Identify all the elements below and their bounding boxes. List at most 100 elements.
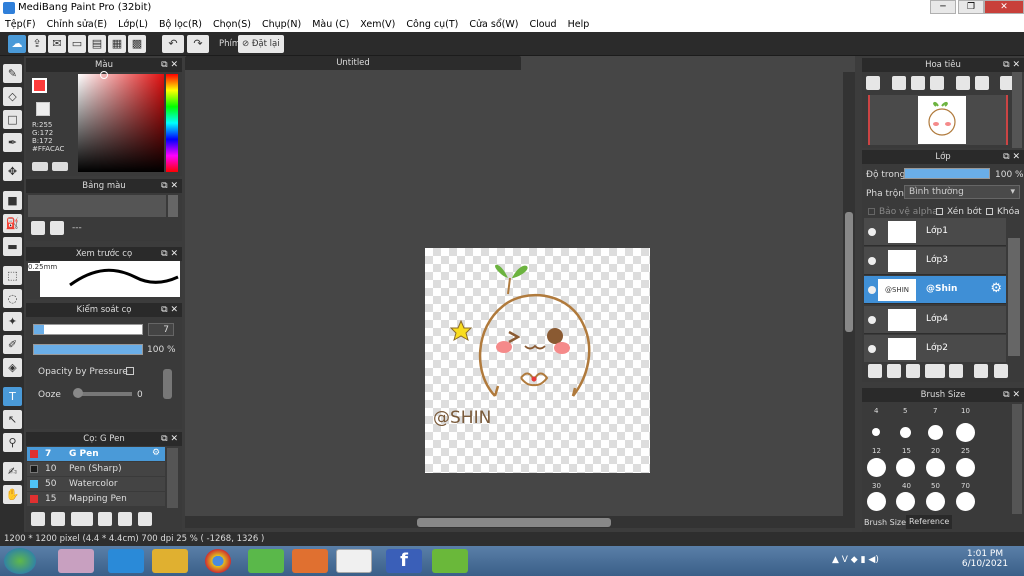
lock-checkbox[interactable] <box>986 208 993 215</box>
eyedropper-icon[interactable]: ⚲ <box>3 433 22 452</box>
menu-snap[interactable]: Chụp(N) <box>262 19 301 30</box>
eye-icon[interactable] <box>868 228 876 236</box>
brush-size-option[interactable] <box>896 492 915 511</box>
duplicate-icon[interactable] <box>138 512 152 526</box>
comment-icon[interactable]: ✉ <box>48 35 66 53</box>
reset-view-icon[interactable] <box>975 76 989 90</box>
ie-icon[interactable] <box>108 549 144 573</box>
dot-tool-icon[interactable]: □ <box>3 110 22 129</box>
media-player-icon[interactable] <box>292 549 328 573</box>
rotate-left-icon[interactable] <box>956 76 970 90</box>
menu-tools[interactable]: Công cụ(T) <box>406 19 458 30</box>
delete-layer-icon[interactable] <box>994 364 1008 378</box>
folder-icon[interactable] <box>118 512 132 526</box>
new-brush-icon[interactable] <box>51 512 65 526</box>
medibang-taskbar-icon[interactable] <box>336 549 372 573</box>
menu-edit[interactable]: Chỉnh sửa(E) <box>47 19 108 30</box>
chrome-icon[interactable] <box>205 549 231 573</box>
eye-icon[interactable] <box>868 316 876 324</box>
panel-close-icon[interactable]: ⧉ ✕ <box>161 58 178 72</box>
close-button[interactable]: ✕ <box>984 0 1024 14</box>
pen-tool-icon[interactable]: ✒ <box>3 133 22 152</box>
gradient-tool-icon[interactable]: ▬ <box>3 237 22 256</box>
color-mode-button[interactable] <box>32 162 48 171</box>
dropper-tool-icon[interactable]: ✍ <box>3 462 22 481</box>
delete-palette-icon[interactable] <box>50 221 64 235</box>
start-button[interactable] <box>4 548 36 574</box>
brush-item[interactable]: 15 Mapping Pen <box>27 492 165 506</box>
hue-slider[interactable] <box>166 74 178 172</box>
add-brush-icon[interactable] <box>31 512 45 526</box>
navigator-scrollbar[interactable] <box>1012 72 1022 148</box>
upload-icon[interactable]: ⇪ <box>28 35 46 53</box>
brush-size-option[interactable] <box>956 423 975 442</box>
tab-brush-size[interactable]: Brush Size <box>864 518 906 527</box>
folder-icon[interactable] <box>152 549 188 573</box>
clock[interactable]: 1:01 PM 6/10/2021 <box>960 549 1010 569</box>
panel-close-icon[interactable]: ⧉ ✕ <box>1003 58 1020 72</box>
clip-checkbox[interactable] <box>936 208 943 215</box>
brush-list-scrollbar[interactable] <box>167 448 178 508</box>
operation-tool-icon[interactable]: ↖ <box>3 410 22 429</box>
select-pen-icon[interactable]: ✐ <box>3 335 22 354</box>
cloud-icon[interactable]: ☁ <box>8 35 26 53</box>
secondary-color-swatch[interactable] <box>36 102 50 116</box>
palette-scrollbar[interactable] <box>168 195 178 217</box>
eraser-tool-icon[interactable]: ◇ <box>3 87 22 106</box>
fit-icon[interactable] <box>911 76 925 90</box>
menu-color[interactable]: Màu (C) <box>312 19 349 30</box>
menu-file[interactable]: Tệp(F) <box>5 19 36 30</box>
gear-icon[interactable]: ⚙ <box>990 281 1002 296</box>
paint-app-icon[interactable] <box>58 549 94 573</box>
menu-view[interactable]: Xem(V) <box>360 19 395 30</box>
new-halftone-layer-icon[interactable] <box>887 364 901 378</box>
gear-icon[interactable]: ⚙ <box>152 448 160 458</box>
brush-item[interactable]: 7 G Pen ⚙ <box>27 447 165 461</box>
select-tool-icon[interactable]: ⬚ <box>3 266 22 285</box>
add-palette-icon[interactable] <box>31 221 45 235</box>
facebook-icon[interactable]: f <box>386 549 422 573</box>
text-tool-icon[interactable]: T <box>3 387 22 406</box>
magic-wand-icon[interactable]: ✦ <box>3 312 22 331</box>
save-icon[interactable]: ▤ <box>88 35 106 53</box>
tiles-icon[interactable]: ▩ <box>128 35 146 53</box>
panel-close-icon[interactable]: ⧉ ✕ <box>161 303 178 317</box>
menu-window[interactable]: Cửa sổ(W) <box>469 19 518 30</box>
layer-item-selected[interactable]: @SHIN @Shin ⚙ <box>864 276 1006 304</box>
lasso-tool-icon[interactable]: ◌ <box>3 289 22 308</box>
saturation-value-picker[interactable] <box>78 74 164 172</box>
layer-list-scrollbar[interactable] <box>1008 238 1020 356</box>
eye-icon[interactable] <box>868 257 876 265</box>
restore-button[interactable]: ❐ <box>958 0 984 14</box>
brush-size-option[interactable] <box>900 427 911 438</box>
tab-reference[interactable]: Reference <box>906 515 953 529</box>
ooze-slider[interactable] <box>76 392 132 396</box>
brush-size-option[interactable] <box>872 428 880 436</box>
menu-cloud[interactable]: Cloud <box>529 19 556 30</box>
canvas-vertical-scrollbar[interactable] <box>843 72 855 516</box>
layer-item[interactable]: Lớp3 <box>864 247 1006 275</box>
menu-help[interactable]: Help <box>568 19 590 30</box>
select-eraser-icon[interactable]: ◈ <box>3 358 22 377</box>
panel-close-icon[interactable]: ⧉ ✕ <box>1003 388 1020 402</box>
fill-rect-tool-icon[interactable]: ■ <box>3 191 22 210</box>
zoom-in-icon[interactable] <box>892 76 906 90</box>
brush-size-option[interactable] <box>928 425 943 440</box>
brush-size-option[interactable] <box>956 458 975 477</box>
brush-item[interactable]: 10 Pen (Sharp) <box>27 462 165 476</box>
eye-icon[interactable] <box>868 345 876 353</box>
brush-size-option[interactable] <box>867 458 886 477</box>
brush-options-icon[interactable] <box>71 512 93 526</box>
layer-item[interactable]: Lớp2 <box>864 335 1006 363</box>
brush-size-slider[interactable] <box>33 324 143 335</box>
brush-opacity-slider[interactable] <box>33 344 143 355</box>
new-layer-icon[interactable] <box>868 364 882 378</box>
tray-icons[interactable]: ▲ V ◆ ▮ ◀) <box>832 555 894 567</box>
merge-layer-icon[interactable] <box>974 364 988 378</box>
brush-tool-icon[interactable]: ✎ <box>3 64 22 83</box>
palette-area[interactable] <box>28 195 166 217</box>
brush-size-scrollbar[interactable] <box>1012 404 1022 514</box>
hand-tool-icon[interactable]: ✋ <box>3 485 22 504</box>
brush-item[interactable]: 50 Watercolor <box>27 477 165 491</box>
minimize-button[interactable]: ─ <box>930 0 956 14</box>
